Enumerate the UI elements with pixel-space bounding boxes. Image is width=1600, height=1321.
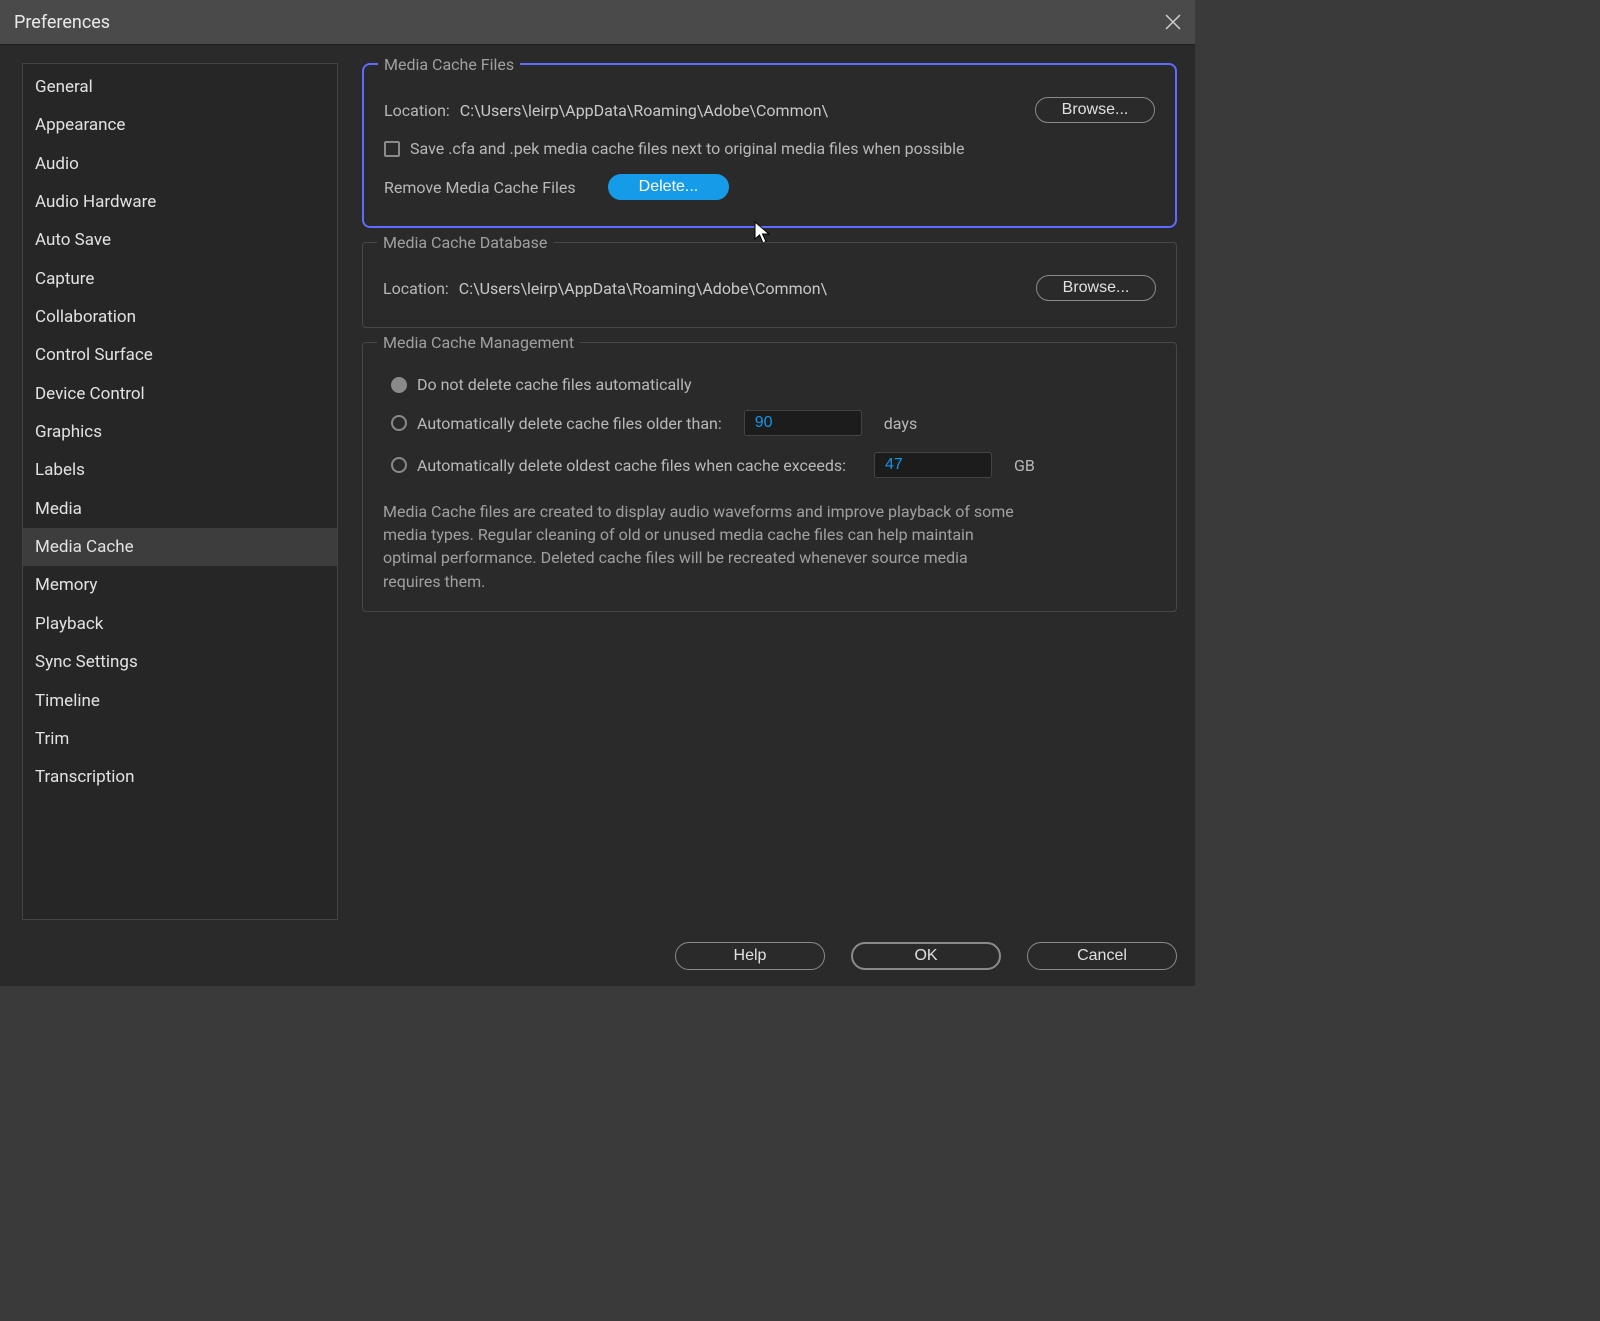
content-panel: Media Cache Files Location: C:\Users\lei… [362, 63, 1177, 920]
sidebar-item-timeline[interactable]: Timeline [23, 682, 337, 720]
sidebar-item-trim[interactable]: Trim [23, 720, 337, 758]
remove-cache-label: Remove Media Cache Files [384, 178, 576, 197]
mgmt-option-size[interactable]: Automatically delete oldest cache files … [383, 444, 1156, 486]
sidebar-item-audio[interactable]: Audio [23, 145, 337, 183]
size-unit: GB [1014, 456, 1035, 475]
window-body: GeneralAppearanceAudioAudio HardwareAuto… [0, 44, 1195, 986]
sidebar-item-general[interactable]: General [23, 68, 337, 106]
sidebar-item-transcription[interactable]: Transcription [23, 758, 337, 796]
mgmt-option-none[interactable]: Do not delete cache files automatically [383, 367, 1156, 402]
sidebar-item-sync-settings[interactable]: Sync Settings [23, 643, 337, 681]
radio-none-label: Do not delete cache files automatically [417, 375, 692, 394]
sidebar-item-device-control[interactable]: Device Control [23, 375, 337, 413]
media-cache-database-group: Media Cache Database Location: C:\Users\… [362, 242, 1177, 328]
group-legend: Media Cache Database [377, 233, 553, 252]
age-input[interactable] [744, 410, 862, 436]
media-cache-management-group: Media Cache Management Do not delete cac… [362, 342, 1177, 612]
help-button[interactable]: Help [675, 942, 825, 970]
location-label: Location: [384, 101, 450, 120]
radio-age-label: Automatically delete cache files older t… [417, 414, 722, 433]
age-unit: days [884, 414, 917, 433]
location-value: C:\Users\leirp\AppData\Roaming\Adobe\Com… [460, 101, 828, 120]
location-value: C:\Users\leirp\AppData\Roaming\Adobe\Com… [459, 279, 827, 298]
sidebar-item-graphics[interactable]: Graphics [23, 413, 337, 451]
group-legend: Media Cache Management [377, 333, 580, 352]
ok-button[interactable]: OK [851, 942, 1001, 970]
sidebar-item-media[interactable]: Media [23, 490, 337, 528]
radio-age[interactable] [391, 415, 407, 431]
save-next-label: Save .cfa and .pek media cache files nex… [410, 139, 965, 158]
radio-none[interactable] [391, 377, 407, 393]
sidebar-item-playback[interactable]: Playback [23, 605, 337, 643]
titlebar: Preferences [0, 0, 1195, 44]
sidebar: GeneralAppearanceAudioAudio HardwareAuto… [22, 63, 338, 920]
close-icon[interactable] [1165, 14, 1181, 30]
sidebar-item-labels[interactable]: Labels [23, 451, 337, 489]
sidebar-item-audio-hardware[interactable]: Audio Hardware [23, 183, 337, 221]
dialog-footer: Help OK Cancel [22, 920, 1177, 970]
browse-cache-files-button[interactable]: Browse... [1035, 97, 1155, 123]
remove-cache-row: Remove Media Cache Files Delete... [384, 166, 1155, 208]
columns: GeneralAppearanceAudioAudio HardwareAuto… [22, 63, 1177, 920]
location-label: Location: [383, 279, 449, 298]
browse-cache-db-button[interactable]: Browse... [1036, 275, 1156, 301]
management-description: Media Cache files are created to display… [383, 500, 1023, 593]
sidebar-item-control-surface[interactable]: Control Surface [23, 336, 337, 374]
window-title: Preferences [14, 12, 110, 33]
cache-db-location-row: Location: C:\Users\leirp\AppData\Roaming… [383, 267, 1156, 309]
radio-size-label: Automatically delete oldest cache files … [417, 456, 846, 475]
cache-files-location-row: Location: C:\Users\leirp\AppData\Roaming… [384, 89, 1155, 131]
sidebar-item-media-cache[interactable]: Media Cache [23, 528, 337, 566]
cancel-button[interactable]: Cancel [1027, 942, 1177, 970]
preferences-dialog: Preferences GeneralAppearanceAudioAudio … [0, 0, 1195, 986]
sidebar-item-capture[interactable]: Capture [23, 260, 337, 298]
mgmt-option-age[interactable]: Automatically delete cache files older t… [383, 402, 1156, 444]
delete-cache-button[interactable]: Delete... [608, 174, 730, 200]
save-next-checkbox[interactable] [384, 141, 400, 157]
group-legend: Media Cache Files [378, 55, 520, 74]
sidebar-item-collaboration[interactable]: Collaboration [23, 298, 337, 336]
sidebar-item-appearance[interactable]: Appearance [23, 106, 337, 144]
size-input[interactable] [874, 452, 992, 478]
media-cache-files-group: Media Cache Files Location: C:\Users\lei… [362, 63, 1177, 228]
sidebar-item-memory[interactable]: Memory [23, 566, 337, 604]
sidebar-item-auto-save[interactable]: Auto Save [23, 221, 337, 259]
save-next-row[interactable]: Save .cfa and .pek media cache files nex… [384, 131, 1155, 166]
radio-size[interactable] [391, 457, 407, 473]
